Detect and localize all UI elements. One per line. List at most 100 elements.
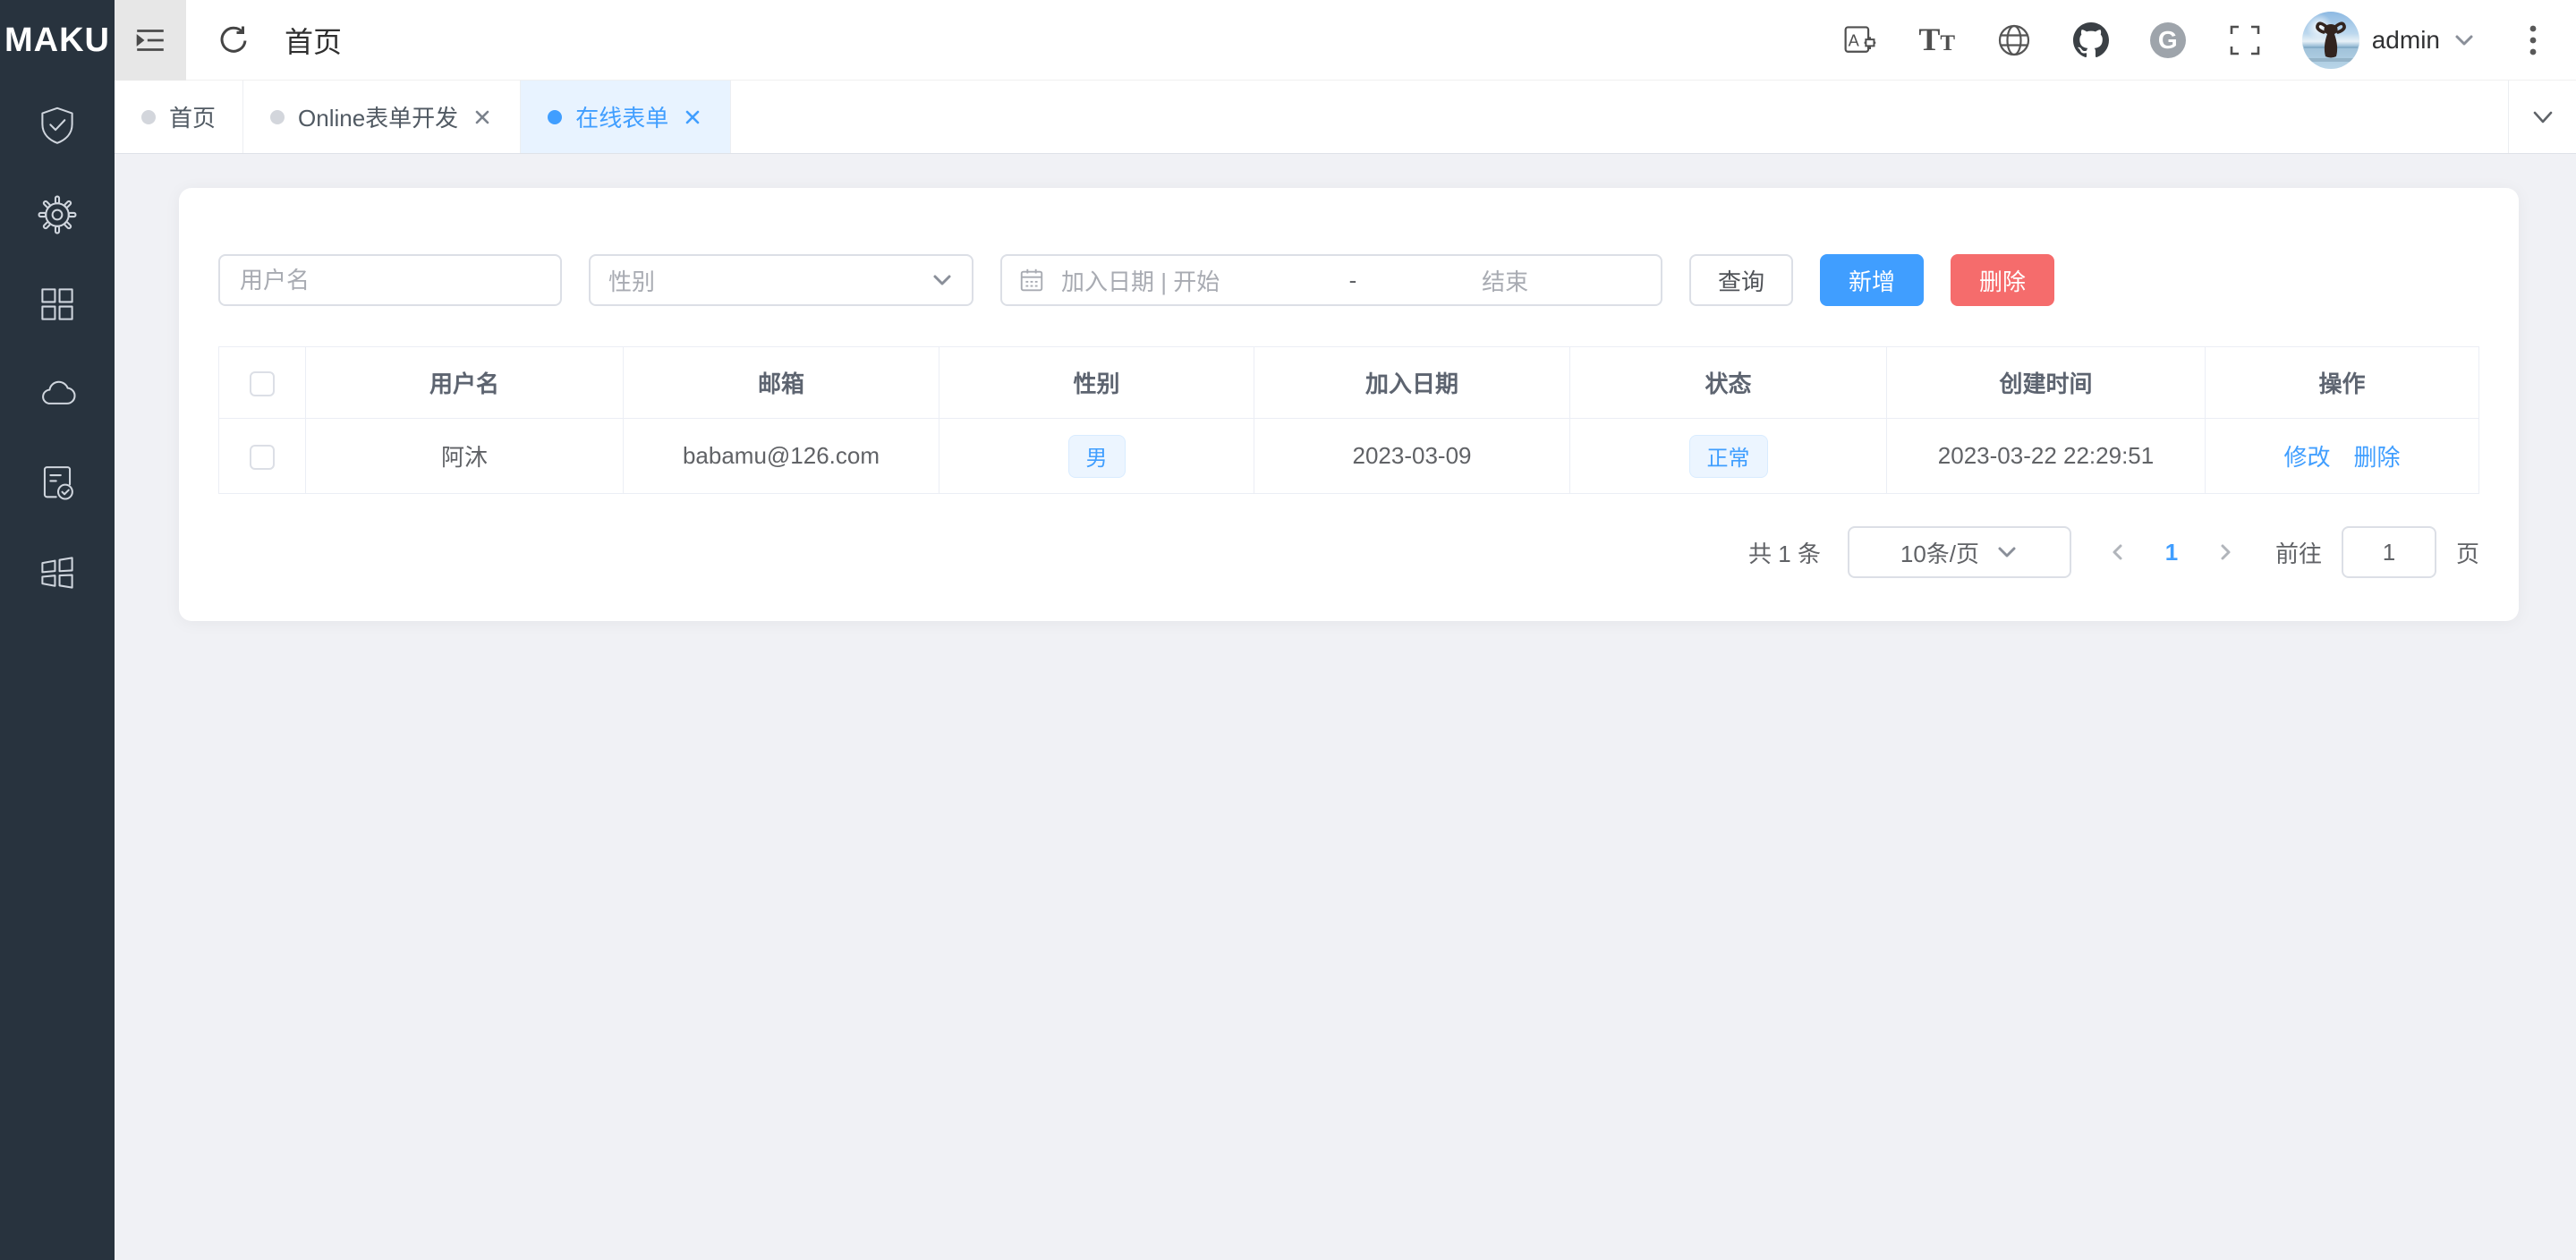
prev-page-button[interactable] (2098, 532, 2138, 572)
form-check-icon (37, 463, 78, 504)
refresh-icon (216, 22, 251, 58)
table-row: 阿沐 babamu@126.com 男 2023-03-09 正常 2023-0… (219, 419, 2479, 494)
collapse-icon (133, 23, 167, 57)
windows-grid-icon (37, 552, 78, 593)
join-date-range-picker[interactable]: 加入日期 | 开始 - 结束 (1000, 254, 1662, 306)
app-layout: MAKU (0, 0, 2576, 1260)
username-label: admin (2372, 26, 2440, 55)
tab-online-form-dev[interactable]: Online表单开发 (243, 81, 521, 153)
close-icon[interactable] (682, 106, 703, 128)
goto-page-input[interactable] (2342, 526, 2436, 578)
sidebar: MAKU (0, 0, 115, 1260)
tab-label: 首页 (169, 100, 216, 133)
chevron-down-icon (931, 268, 954, 292)
translate-icon: A (1842, 22, 1878, 58)
sidebar-item-apps[interactable] (0, 260, 115, 349)
column-header-created: 创建时间 (1887, 347, 2206, 419)
gitee-icon: G (2150, 22, 2186, 58)
page-size-value: 10条/页 (1900, 536, 1979, 569)
chevron-right-icon (2215, 541, 2236, 563)
tab-label: 在线表单 (575, 100, 668, 133)
column-header-email: 邮箱 (624, 347, 939, 419)
sidebar-item-modules[interactable] (0, 528, 115, 617)
grid-icon (37, 284, 78, 325)
tab-label: Online表单开发 (298, 100, 458, 133)
column-header-join-date: 加入日期 (1254, 347, 1570, 419)
user-menu[interactable]: admin (2302, 12, 2476, 69)
font-size-button[interactable]: TT (1917, 21, 1957, 60)
gitee-button[interactable]: G (2148, 21, 2188, 60)
language-button[interactable] (1994, 21, 2034, 60)
date-end-placeholder: 结束 (1365, 264, 1645, 297)
font-size-icon: T (1918, 21, 1940, 58)
cell-created: 2023-03-22 22:29:51 (1887, 419, 2206, 494)
main-column: 首页 A TT (115, 0, 2576, 1260)
page-unit-label: 页 (2456, 536, 2479, 569)
sidebar-item-settings[interactable] (0, 170, 115, 260)
gear-icon (37, 194, 78, 235)
tab-home[interactable]: 首页 (115, 81, 243, 153)
svg-text:A: A (1848, 31, 1859, 49)
fullscreen-icon (2227, 22, 2263, 58)
chevron-left-icon (2107, 541, 2129, 563)
chevron-down-icon (1995, 541, 2019, 564)
page-number-1[interactable]: 1 (2152, 539, 2191, 566)
tab-dot (270, 110, 285, 124)
sidebar-item-security[interactable] (0, 81, 115, 170)
globe-icon (1996, 22, 2032, 58)
sidebar-collapse-button[interactable] (115, 0, 186, 81)
translate-button[interactable]: A (1841, 21, 1880, 60)
close-icon[interactable] (472, 106, 493, 128)
kebab-menu-icon (2527, 22, 2539, 58)
data-table: 用户名 邮箱 性别 加入日期 状态 创建时间 操作 阿沐 (218, 346, 2479, 494)
delete-link[interactable]: 删除 (2354, 439, 2401, 472)
gender-select-placeholder: 性别 (608, 264, 931, 297)
goto-label: 前往 (2275, 536, 2322, 569)
tab-bar: 首页 Online表单开发 在线表单 (115, 81, 2576, 154)
next-page-button[interactable] (2206, 532, 2245, 572)
data-card: 性别 加入日期 | (179, 188, 2519, 621)
username-input[interactable] (218, 254, 562, 306)
more-menu-button[interactable] (2513, 21, 2553, 60)
breadcrumb[interactable]: 首页 (285, 20, 342, 61)
tab-online-form[interactable]: 在线表单 (521, 81, 731, 153)
date-range-separator: - (1340, 267, 1366, 294)
tab-dot (141, 110, 156, 124)
query-form: 性别 加入日期 | (218, 254, 2479, 306)
status-badge: 正常 (1689, 435, 1768, 478)
sidebar-item-cloud[interactable] (0, 349, 115, 438)
column-header-status: 状态 (1570, 347, 1887, 419)
column-header-username: 用户名 (306, 347, 624, 419)
calendar-icon (1018, 267, 1045, 294)
github-button[interactable] (2071, 21, 2111, 60)
gender-tag: 男 (1068, 435, 1126, 478)
edit-link[interactable]: 修改 (2283, 439, 2330, 472)
chevron-down-icon (2453, 29, 2476, 52)
chevron-down-icon (2529, 104, 2556, 131)
cell-email: babamu@126.com (624, 419, 939, 494)
refresh-button[interactable] (213, 20, 254, 61)
pagination-total: 共 1 条 (1748, 536, 1821, 569)
pagination: 共 1 条 10条/页 1 前往 (218, 526, 2479, 578)
date-start-placeholder: 加入日期 | 开始 (1061, 264, 1340, 297)
search-button[interactable]: 查询 (1689, 254, 1793, 306)
tabs-dropdown-button[interactable] (2508, 81, 2576, 153)
delete-button[interactable]: 删除 (1951, 254, 2054, 306)
sidebar-menu (0, 81, 115, 617)
page-size-select[interactable]: 10条/页 (1848, 526, 2071, 578)
gender-select[interactable]: 性别 (589, 254, 973, 306)
github-icon (2073, 22, 2109, 58)
page-content: 性别 加入日期 | (115, 154, 2576, 1260)
add-button[interactable]: 新增 (1820, 254, 1924, 306)
shield-check-icon (37, 105, 78, 146)
row-checkbox[interactable] (250, 445, 275, 470)
header: 首页 A TT (115, 0, 2576, 81)
cell-username: 阿沐 (306, 419, 624, 494)
sidebar-item-forms[interactable] (0, 438, 115, 528)
column-header-gender: 性别 (939, 347, 1254, 419)
select-all-checkbox[interactable] (250, 371, 275, 396)
avatar (2302, 12, 2359, 69)
cell-join-date: 2023-03-09 (1254, 419, 1570, 494)
fullscreen-button[interactable] (2225, 21, 2265, 60)
tab-dot (548, 110, 562, 124)
